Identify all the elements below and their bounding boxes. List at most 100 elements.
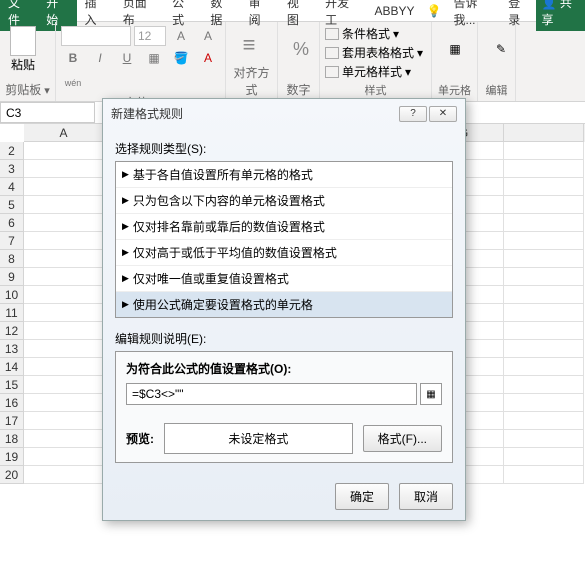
- rule-type-item[interactable]: ▶仅对排名靠前或靠后的数值设置格式: [116, 214, 452, 240]
- italic-icon[interactable]: I: [88, 47, 112, 69]
- cells-icon: ▦: [449, 42, 460, 56]
- increase-font-icon[interactable]: A: [169, 25, 193, 47]
- cell[interactable]: [24, 448, 104, 466]
- rule-type-item[interactable]: ▶仅对唯一值或重复值设置格式: [116, 266, 452, 292]
- cell[interactable]: [24, 268, 104, 286]
- number-button[interactable]: %: [283, 25, 319, 73]
- cell[interactable]: [24, 232, 104, 250]
- cell[interactable]: [504, 178, 584, 196]
- share-button[interactable]: 👤 共享: [536, 0, 585, 31]
- cell[interactable]: [504, 196, 584, 214]
- dialog-close-button[interactable]: ✕: [429, 106, 457, 122]
- fill-color-icon[interactable]: 🪣: [169, 47, 193, 69]
- cell[interactable]: [24, 286, 104, 304]
- rule-type-item[interactable]: ▶使用公式确定要设置格式的单元格: [116, 292, 452, 317]
- cell[interactable]: [504, 250, 584, 268]
- cell[interactable]: [504, 304, 584, 322]
- rule-type-item[interactable]: ▶只为包含以下内容的单元格设置格式: [116, 188, 452, 214]
- row-header[interactable]: 5: [0, 196, 24, 214]
- cell[interactable]: [504, 448, 584, 466]
- font-name-input[interactable]: [61, 26, 131, 46]
- row-header[interactable]: 6: [0, 214, 24, 232]
- triangle-icon: ▶: [122, 195, 129, 206]
- cancel-button[interactable]: 取消: [399, 483, 453, 510]
- row-header[interactable]: 9: [0, 268, 24, 286]
- cell[interactable]: [504, 322, 584, 340]
- cell[interactable]: [504, 214, 584, 232]
- row-header[interactable]: 18: [0, 430, 24, 448]
- font-size-input[interactable]: [134, 26, 166, 46]
- rule-type-item[interactable]: ▶仅对高于或低于平均值的数值设置格式: [116, 240, 452, 266]
- cell[interactable]: [24, 376, 104, 394]
- number-group-label: 数字: [283, 81, 314, 98]
- conditional-format-button[interactable]: 条件格式 ▾: [325, 25, 426, 42]
- cell[interactable]: [24, 304, 104, 322]
- cell[interactable]: [504, 430, 584, 448]
- ok-button[interactable]: 确定: [335, 483, 389, 510]
- cell[interactable]: [24, 358, 104, 376]
- cell[interactable]: [504, 394, 584, 412]
- cell[interactable]: [504, 268, 584, 286]
- font-color-icon[interactable]: A: [196, 47, 220, 69]
- cell[interactable]: [24, 322, 104, 340]
- formula-input[interactable]: [126, 383, 417, 405]
- cell[interactable]: [24, 214, 104, 232]
- row-header[interactable]: 13: [0, 340, 24, 358]
- cell[interactable]: [504, 160, 584, 178]
- row-header[interactable]: 3: [0, 160, 24, 178]
- border-icon[interactable]: ▦: [142, 47, 166, 69]
- format-button[interactable]: 格式(F)...: [363, 425, 442, 452]
- cell[interactable]: [24, 430, 104, 448]
- paste-label: 粘贴: [11, 56, 35, 73]
- cell[interactable]: [504, 412, 584, 430]
- row-header[interactable]: 19: [0, 448, 24, 466]
- cell[interactable]: [504, 232, 584, 250]
- cell[interactable]: [504, 286, 584, 304]
- edit-button[interactable]: ✎: [483, 25, 519, 73]
- phonetic-icon[interactable]: wén: [61, 72, 85, 94]
- decrease-font-icon[interactable]: A: [196, 25, 220, 47]
- cell[interactable]: [504, 340, 584, 358]
- name-box[interactable]: [0, 102, 95, 123]
- cell[interactable]: [24, 142, 104, 160]
- cell[interactable]: [504, 466, 584, 484]
- cells-button[interactable]: ▦: [437, 25, 473, 73]
- table-format-button[interactable]: 套用表格格式 ▾: [325, 44, 426, 61]
- row-header[interactable]: 8: [0, 250, 24, 268]
- row-header[interactable]: 16: [0, 394, 24, 412]
- tab-abbyy[interactable]: ABBYY: [367, 1, 423, 21]
- cell[interactable]: [24, 394, 104, 412]
- row-header[interactable]: 15: [0, 376, 24, 394]
- cell[interactable]: [24, 160, 104, 178]
- row-header[interactable]: 17: [0, 412, 24, 430]
- row-header[interactable]: 14: [0, 358, 24, 376]
- triangle-icon: ▶: [122, 169, 129, 180]
- cell[interactable]: [504, 142, 584, 160]
- row-header[interactable]: 10: [0, 286, 24, 304]
- paste-button[interactable]: 粘贴: [5, 25, 41, 73]
- cell[interactable]: [504, 376, 584, 394]
- cell[interactable]: [24, 412, 104, 430]
- cell[interactable]: [24, 196, 104, 214]
- row-header[interactable]: 11: [0, 304, 24, 322]
- table-format-icon: [325, 47, 339, 59]
- row-header[interactable]: 12: [0, 322, 24, 340]
- cell[interactable]: [24, 178, 104, 196]
- cell-style-button[interactable]: 单元格样式 ▾: [325, 63, 426, 80]
- underline-icon[interactable]: U: [115, 47, 139, 69]
- align-button[interactable]: ≡: [231, 25, 267, 64]
- row-header[interactable]: 20: [0, 466, 24, 484]
- rule-type-item[interactable]: ▶基于各自值设置所有单元格的格式: [116, 162, 452, 188]
- row-header[interactable]: 7: [0, 232, 24, 250]
- cell[interactable]: [24, 250, 104, 268]
- dialog-help-button[interactable]: ?: [399, 106, 427, 122]
- row-header[interactable]: 2: [0, 142, 24, 160]
- range-picker-button[interactable]: ▦: [420, 383, 442, 405]
- row-header[interactable]: 4: [0, 178, 24, 196]
- col-header[interactable]: [504, 124, 584, 142]
- cell[interactable]: [24, 466, 104, 484]
- bold-icon[interactable]: B: [61, 47, 85, 69]
- col-header[interactable]: A: [24, 124, 104, 142]
- cell[interactable]: [24, 340, 104, 358]
- cell[interactable]: [504, 358, 584, 376]
